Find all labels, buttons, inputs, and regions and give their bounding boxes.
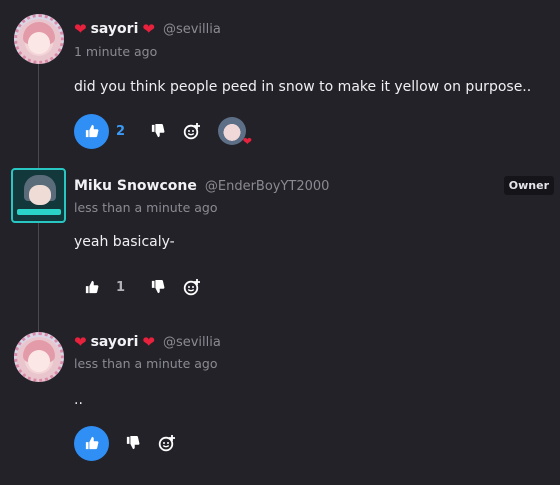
comment-actions <box>74 425 181 461</box>
timestamp: less than a minute ago <box>74 200 218 215</box>
heart-icon: ❤ <box>74 19 87 38</box>
avatar[interactable] <box>14 14 64 64</box>
author-name[interactable]: sayori <box>91 21 139 37</box>
like-button[interactable] <box>74 270 109 305</box>
thumbs-down-icon <box>151 280 165 294</box>
author-name[interactable]: Miku Snowcone <box>74 178 197 194</box>
owner-badge: Owner <box>503 176 554 195</box>
add-reaction-button[interactable] <box>178 117 206 145</box>
like-count: 2 <box>116 123 126 139</box>
add-reaction-button[interactable] <box>178 273 206 301</box>
like-button[interactable] <box>74 425 109 461</box>
comment-text: yeah basicaly- <box>74 234 175 250</box>
timestamp: less than a minute ago <box>74 356 218 371</box>
thumbs-up-icon <box>85 124 98 138</box>
add-reaction-icon <box>183 279 200 296</box>
comment-header: ❤ sayori ❤ @sevillia <box>74 19 221 39</box>
timestamp: 1 minute ago <box>74 44 158 59</box>
comment-text: .. <box>74 392 83 408</box>
owner-avatar[interactable] <box>11 168 66 223</box>
dislike-button[interactable] <box>144 273 172 301</box>
heart-reaction-icon: ❤ <box>242 135 252 148</box>
dislike-button[interactable] <box>144 117 172 145</box>
add-reaction-icon <box>158 435 175 452</box>
comment-header: ❤ sayori ❤ @sevillia <box>74 332 221 352</box>
thumbs-down-icon <box>126 436 140 450</box>
comment-header: Miku Snowcone @EnderBoyYT2000 <box>74 176 329 196</box>
author-handle[interactable]: @sevillia <box>163 22 221 37</box>
thumbs-up-icon <box>85 436 98 450</box>
dislike-button[interactable] <box>119 429 147 457</box>
heart-icon: ❤ <box>142 332 155 351</box>
avatar[interactable] <box>14 332 64 382</box>
author-name[interactable]: sayori <box>91 334 139 350</box>
like-count: 1 <box>116 279 126 295</box>
thumbs-down-icon <box>151 124 165 138</box>
comment-actions: 1 <box>74 269 206 305</box>
reaction-user-avatar[interactable]: ❤ <box>218 117 252 148</box>
add-reaction-button[interactable] <box>153 429 181 457</box>
comment-actions: 2 ❤ <box>74 113 252 149</box>
heart-icon: ❤ <box>74 332 87 351</box>
comment-text: did you think people peed in snow to mak… <box>74 79 532 95</box>
author-handle[interactable]: @sevillia <box>163 335 221 350</box>
author-handle[interactable]: @EnderBoyYT2000 <box>205 179 330 194</box>
heart-icon: ❤ <box>142 19 155 38</box>
comment-thread: ❤ sayori ❤ @sevillia 1 minute ago did yo… <box>0 0 560 485</box>
thumbs-up-icon <box>85 280 98 294</box>
like-button[interactable] <box>74 113 109 149</box>
add-reaction-icon <box>183 123 200 140</box>
